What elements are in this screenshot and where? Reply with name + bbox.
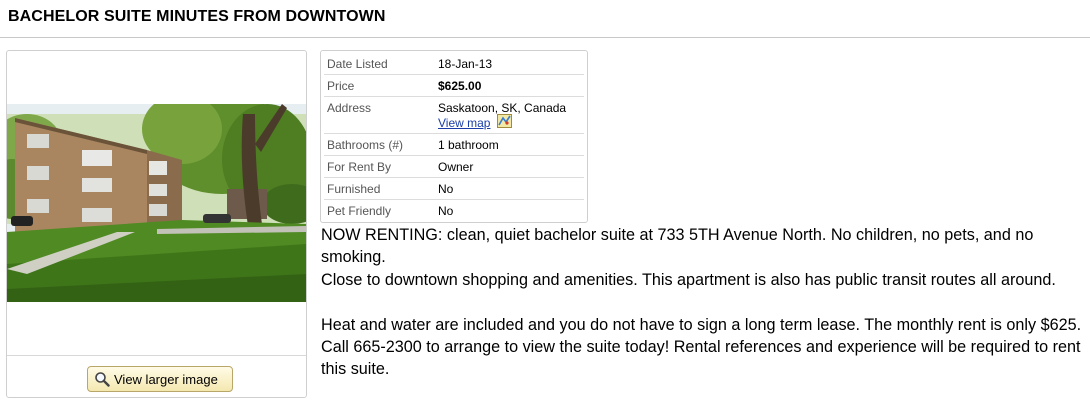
detail-label: For Rent By bbox=[327, 160, 392, 174]
detail-row-date-listed: Date Listed 18-Jan-13 bbox=[324, 53, 584, 75]
detail-row-address: Address Saskatoon, SK, Canada View map bbox=[324, 97, 584, 134]
detail-value: No bbox=[438, 182, 454, 196]
listing-description: NOW RENTING: clean, quiet bachelor suite… bbox=[321, 224, 1086, 381]
magnifier-icon bbox=[94, 371, 110, 387]
view-larger-image-label: View larger image bbox=[114, 371, 218, 387]
detail-value: No bbox=[438, 204, 454, 218]
detail-label: Pet Friendly bbox=[327, 204, 392, 218]
map-icon[interactable] bbox=[497, 114, 512, 128]
detail-row-price: Price $625.00 bbox=[324, 75, 584, 97]
detail-row-for-rent-by: For Rent By Owner bbox=[324, 156, 584, 178]
image-panel-divider bbox=[7, 355, 306, 356]
detail-value: 18-Jan-13 bbox=[438, 57, 493, 71]
description-paragraph: Heat and water are included and you do n… bbox=[321, 315, 1082, 379]
title-divider bbox=[0, 37, 1090, 38]
detail-value: Saskatoon, SK, Canada bbox=[438, 101, 567, 115]
detail-label: Price bbox=[327, 79, 355, 93]
detail-row-furnished: Furnished No bbox=[324, 178, 584, 200]
detail-row-bathrooms: Bathrooms (#) 1 bathroom bbox=[324, 134, 584, 156]
listing-details-table: Date Listed 18-Jan-13 Price $625.00 Addr… bbox=[320, 50, 588, 223]
description-paragraph: NOW RENTING: clean, quiet bachelor suite… bbox=[321, 226, 1034, 267]
detail-value: $625.00 bbox=[438, 79, 482, 93]
listing-photo[interactable] bbox=[7, 104, 306, 302]
description-paragraph: Close to downtown shopping and amenities… bbox=[321, 270, 1056, 289]
detail-label: Bathrooms (#) bbox=[327, 138, 404, 152]
listing-title: BACHELOR SUITE MINUTES FROM DOWNTOWN bbox=[8, 8, 386, 25]
detail-label: Furnished bbox=[327, 182, 381, 196]
detail-label: Date Listed bbox=[327, 57, 388, 71]
image-panel: View larger image bbox=[6, 50, 307, 398]
detail-value: Owner bbox=[438, 160, 474, 174]
view-map-link[interactable]: View map bbox=[438, 116, 490, 130]
detail-label: Address bbox=[327, 101, 372, 115]
detail-value: 1 bathroom bbox=[438, 138, 499, 152]
view-larger-image-button[interactable]: View larger image bbox=[87, 366, 233, 392]
detail-row-pet-friendly: Pet Friendly No bbox=[324, 200, 584, 221]
